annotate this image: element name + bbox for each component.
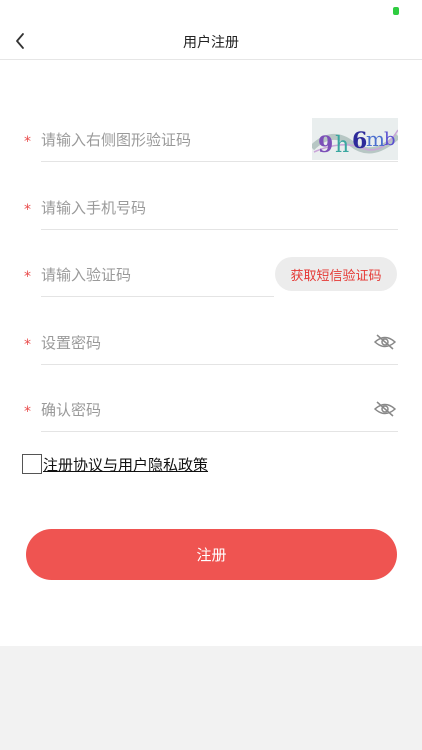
sms-code-input[interactable] bbox=[41, 263, 266, 287]
required-mark: * bbox=[24, 337, 31, 353]
register-button[interactable]: 注册 bbox=[26, 529, 397, 580]
agreement-link[interactable]: 注册协议与用户隐私政策 bbox=[43, 454, 208, 475]
required-mark: * bbox=[24, 269, 31, 285]
agreement-row: 注册协议与用户隐私政策 bbox=[22, 453, 208, 475]
captcha-image[interactable]: 9 h 6 m b bbox=[312, 118, 398, 160]
captcha-input[interactable] bbox=[41, 128, 301, 152]
phone-underline bbox=[41, 229, 398, 230]
captcha-underline bbox=[41, 161, 398, 162]
eye-hidden-icon[interactable] bbox=[374, 401, 396, 417]
confirm-password-underline bbox=[41, 431, 398, 432]
required-mark: * bbox=[24, 202, 31, 218]
sms-code-underline bbox=[41, 296, 274, 297]
bottom-area bbox=[0, 646, 422, 750]
agreement-checkbox[interactable] bbox=[22, 454, 42, 474]
password-input[interactable] bbox=[41, 331, 351, 355]
captcha-char-5: b bbox=[384, 129, 396, 150]
phone-input[interactable] bbox=[41, 196, 391, 220]
navbar: 用户注册 bbox=[0, 22, 422, 60]
page-title: 用户注册 bbox=[183, 35, 239, 51]
confirm-password-row: * bbox=[24, 398, 398, 432]
password-underline bbox=[41, 364, 398, 365]
eye-hidden-icon[interactable] bbox=[374, 334, 396, 350]
captcha-char-4: m bbox=[366, 127, 385, 151]
captcha-char-1: 9 bbox=[318, 132, 333, 158]
page: 用户注册 * 9 h 6 m b * * 获取短信验证码 * bbox=[0, 0, 422, 646]
status-indicator-icon bbox=[393, 7, 399, 15]
phone-row: * bbox=[24, 196, 398, 230]
required-mark: * bbox=[24, 134, 31, 150]
password-row: * bbox=[24, 331, 398, 365]
required-mark: * bbox=[24, 404, 31, 420]
get-sms-code-button[interactable]: 获取短信验证码 bbox=[275, 257, 397, 291]
confirm-password-input[interactable] bbox=[41, 398, 351, 422]
captcha-char-2: h bbox=[335, 133, 349, 158]
